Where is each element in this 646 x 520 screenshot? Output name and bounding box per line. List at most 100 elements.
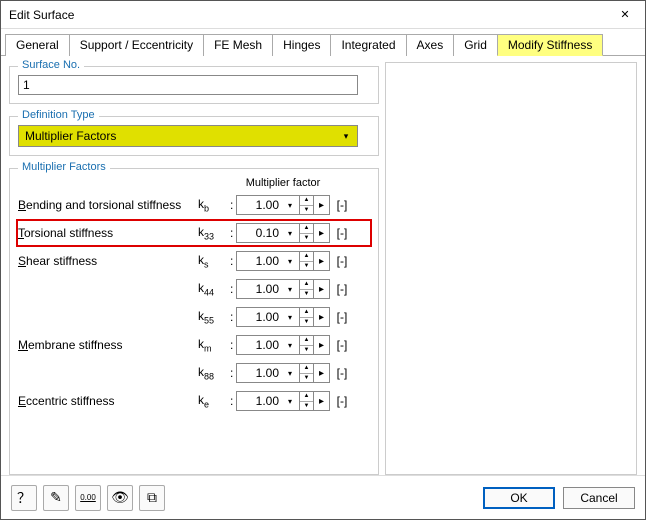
factor-value-group: 1.00▾▲▼▸: [236, 279, 330, 299]
group-title-surface-no: Surface No.: [18, 59, 84, 71]
edit-icon[interactable]: ✎: [43, 485, 69, 511]
factor-symbol: kb: [198, 197, 230, 213]
spinner-up-icon[interactable]: ▲: [300, 224, 313, 234]
spinner-up-icon[interactable]: ▲: [300, 308, 313, 318]
factor-spinner[interactable]: ▲▼: [300, 223, 314, 243]
spinner-up-icon[interactable]: ▲: [300, 280, 313, 290]
factor-symbol: k88: [198, 365, 230, 381]
factor-row: k88:1.00▾▲▼▸[-]: [18, 361, 370, 385]
factor-label: Torsional stiffness: [18, 226, 198, 240]
factor-unit: [-]: [330, 338, 350, 352]
content-area: Surface No. Definition Type Multiplier F…: [1, 56, 645, 475]
expand-button[interactable]: ▸: [314, 363, 330, 383]
tab-axes[interactable]: Axes: [406, 34, 455, 56]
ok-button[interactable]: OK: [483, 487, 555, 509]
factor-row: Bending and torsional stiffnesskb:1.00▾▲…: [18, 193, 370, 217]
spinner-down-icon[interactable]: ▼: [300, 402, 313, 411]
expand-button[interactable]: ▸: [314, 335, 330, 355]
chevron-down-icon: ▾: [283, 201, 297, 210]
factor-spinner[interactable]: ▲▼: [300, 195, 314, 215]
factor-spinner[interactable]: ▲▼: [300, 279, 314, 299]
spinner-down-icon[interactable]: ▼: [300, 346, 313, 355]
tab-strip: GeneralSupport / EccentricityFE MeshHing…: [1, 29, 645, 56]
spinner-up-icon[interactable]: ▲: [300, 196, 313, 206]
factor-value-input[interactable]: 1.00▾: [236, 363, 300, 383]
factor-unit: [-]: [330, 226, 350, 240]
factors-header-label: Multiplier factor: [236, 177, 330, 189]
factor-value-input[interactable]: 0.10▾: [236, 223, 300, 243]
definition-type-value: Multiplier Factors: [25, 129, 116, 143]
expand-button[interactable]: ▸: [314, 391, 330, 411]
preview-pane: [385, 62, 637, 475]
chevron-down-icon: ▾: [283, 257, 297, 266]
factor-value-group: 1.00▾▲▼▸: [236, 391, 330, 411]
factor-value-input[interactable]: 1.00▾: [236, 279, 300, 299]
footer-buttons: OK Cancel: [483, 487, 635, 509]
footer-icon-group: ？ ✎ 0.00 👁 ⧉: [11, 485, 165, 511]
definition-type-dropdown[interactable]: Multiplier Factors ▾: [18, 125, 358, 147]
multiplier-factors-table: Multiplier factor Bending and torsional …: [18, 177, 370, 417]
spinner-up-icon[interactable]: ▲: [300, 364, 313, 374]
factor-symbol: ke: [198, 393, 230, 409]
cancel-button[interactable]: Cancel: [563, 487, 635, 509]
group-definition-type: Definition Type Multiplier Factors ▾: [9, 116, 379, 156]
factor-value-input[interactable]: 1.00▾: [236, 335, 300, 355]
group-title-definition-type: Definition Type: [18, 109, 99, 121]
spinner-down-icon[interactable]: ▼: [300, 206, 313, 215]
factor-unit: [-]: [330, 394, 350, 408]
factor-value-group: 1.00▾▲▼▸: [236, 363, 330, 383]
factor-value-input[interactable]: 1.00▾: [236, 307, 300, 327]
spinner-up-icon[interactable]: ▲: [300, 392, 313, 402]
factor-value-group: 0.10▾▲▼▸: [236, 223, 330, 243]
tab-grid[interactable]: Grid: [453, 34, 498, 56]
factor-row: Shear stiffnessks:1.00▾▲▼▸[-]: [18, 249, 370, 273]
chevron-down-icon: ▾: [283, 229, 297, 238]
spinner-down-icon[interactable]: ▼: [300, 290, 313, 299]
expand-button[interactable]: ▸: [314, 195, 330, 215]
left-pane: Surface No. Definition Type Multiplier F…: [9, 62, 379, 475]
window-title: Edit Surface: [9, 8, 74, 22]
chevron-down-icon: ▾: [283, 285, 297, 294]
tab-integrated[interactable]: Integrated: [330, 34, 406, 56]
factor-spinner[interactable]: ▲▼: [300, 335, 314, 355]
factor-symbol: k44: [198, 281, 230, 297]
edit-surface-dialog: Edit Surface ✕ GeneralSupport / Eccentri…: [0, 0, 646, 520]
tab-general[interactable]: General: [5, 34, 70, 56]
help-icon[interactable]: ？: [11, 485, 37, 511]
factor-row: k55:1.00▾▲▼▸[-]: [18, 305, 370, 329]
spinner-up-icon[interactable]: ▲: [300, 336, 313, 346]
factor-row: Torsional stiffnessk33:0.10▾▲▼▸[-]: [18, 221, 370, 245]
factor-value-input[interactable]: 1.00▾: [236, 391, 300, 411]
spinner-down-icon[interactable]: ▼: [300, 318, 313, 327]
units-icon[interactable]: 0.00: [75, 485, 101, 511]
expand-button[interactable]: ▸: [314, 279, 330, 299]
factor-unit: [-]: [330, 282, 350, 296]
tab-hinges[interactable]: Hinges: [272, 34, 331, 56]
factor-symbol: k55: [198, 309, 230, 325]
factor-unit: [-]: [330, 310, 350, 324]
spinner-down-icon[interactable]: ▼: [300, 374, 313, 383]
eye-icon[interactable]: 👁: [107, 485, 133, 511]
factor-value-input[interactable]: 1.00▾: [236, 195, 300, 215]
spinner-down-icon[interactable]: ▼: [300, 234, 313, 243]
factor-unit: [-]: [330, 198, 350, 212]
factor-spinner[interactable]: ▲▼: [300, 307, 314, 327]
spinner-up-icon[interactable]: ▲: [300, 252, 313, 262]
tab-support-eccentricity[interactable]: Support / Eccentricity: [69, 34, 204, 56]
tab-fe-mesh[interactable]: FE Mesh: [203, 34, 273, 56]
expand-button[interactable]: ▸: [314, 223, 330, 243]
factor-spinner[interactable]: ▲▼: [300, 251, 314, 271]
close-icon[interactable]: ✕: [605, 1, 645, 28]
expand-button[interactable]: ▸: [314, 251, 330, 271]
factor-value-input[interactable]: 1.00▾: [236, 251, 300, 271]
spinner-down-icon[interactable]: ▼: [300, 262, 313, 271]
factors-header: Multiplier factor: [18, 177, 370, 189]
factor-spinner[interactable]: ▲▼: [300, 391, 314, 411]
tab-modify-stiffness[interactable]: Modify Stiffness: [497, 34, 603, 56]
export-icon[interactable]: ⧉: [139, 485, 165, 511]
surface-no-input[interactable]: [18, 75, 358, 95]
factor-symbol: ks: [198, 253, 230, 269]
factor-spinner[interactable]: ▲▼: [300, 363, 314, 383]
factor-label: Shear stiffness: [18, 254, 198, 268]
expand-button[interactable]: ▸: [314, 307, 330, 327]
